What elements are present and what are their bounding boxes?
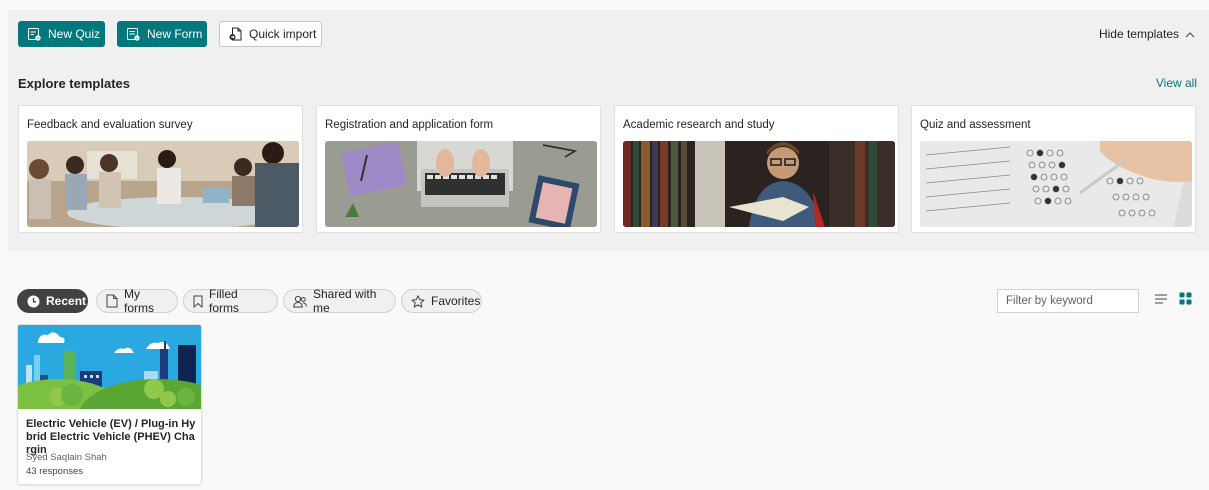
tab-filled-forms-label: Filled forms — [209, 287, 239, 315]
template-card-title: Feedback and evaluation survey — [27, 119, 193, 131]
chevron-up-icon — [1185, 27, 1195, 41]
tab-my-forms[interactable]: My forms — [96, 287, 178, 315]
document-icon — [106, 294, 118, 308]
form-icon: + — [127, 27, 140, 41]
tab-favorites-label: Favorites — [431, 294, 481, 308]
form-card-responses: 43 responses — [26, 466, 84, 477]
svg-text:+: + — [135, 35, 139, 40]
grid-view-button[interactable] — [1176, 292, 1194, 310]
star-icon — [411, 294, 425, 308]
template-image-library — [623, 141, 895, 227]
new-form-label: New Form — [147, 27, 203, 41]
template-card-registration[interactable]: Registration and application form — [316, 105, 601, 233]
form-card-owner: Syed Saqlain Shah — [26, 452, 107, 463]
template-image-classroom — [27, 141, 299, 227]
template-card-title: Quiz and assessment — [920, 119, 1031, 131]
keyword-filter-input[interactable] — [997, 289, 1139, 313]
grid-view-icon — [1179, 292, 1192, 310]
list-view-button[interactable] — [1152, 292, 1170, 310]
new-form-button[interactable]: + New Form — [117, 21, 207, 47]
template-card-feedback[interactable]: Feedback and evaluation survey — [18, 105, 303, 233]
quick-import-button[interactable]: Quick import — [219, 21, 322, 47]
template-image-answer-sheet — [920, 141, 1192, 227]
new-quiz-button[interactable]: + New Quiz — [18, 21, 105, 47]
tab-recent[interactable]: Recent — [17, 289, 88, 313]
clock-icon — [27, 295, 40, 308]
tab-my-forms-label: My forms — [124, 287, 154, 315]
people-icon — [293, 295, 307, 308]
tab-recent-label: Recent — [46, 294, 87, 308]
tab-favorites[interactable]: Favorites — [401, 289, 482, 313]
template-image-laptop — [325, 141, 597, 227]
list-view-icon — [1154, 292, 1168, 310]
form-card[interactable]: Electric Vehicle (EV) / Plug-in Hybrid E… — [17, 324, 202, 485]
template-card-title: Academic research and study — [623, 119, 775, 131]
quiz-icon: + — [28, 27, 41, 41]
svg-text:+: + — [36, 35, 40, 40]
import-icon — [229, 27, 242, 41]
template-card-academic[interactable]: Academic research and study — [614, 105, 899, 233]
view-all-link[interactable]: View all — [1156, 76, 1197, 90]
form-thumbnail-city — [18, 325, 201, 455]
tab-filled-forms[interactable]: Filled forms — [183, 287, 278, 315]
template-card-quiz[interactable]: Quiz and assessment — [911, 105, 1196, 233]
hide-templates-button[interactable]: Hide templates — [1099, 27, 1195, 41]
explore-templates-heading: Explore templates — [18, 76, 130, 91]
tab-shared-with-me[interactable]: Shared with me — [283, 287, 396, 315]
tab-shared-with-me-label: Shared with me — [313, 287, 377, 315]
quick-import-label: Quick import — [249, 27, 317, 41]
new-quiz-label: New Quiz — [48, 27, 101, 41]
bookmark-icon — [193, 295, 203, 308]
template-card-title: Registration and application form — [325, 119, 494, 131]
hide-templates-label: Hide templates — [1098, 27, 1179, 41]
templates-panel: + New Quiz + New Form Quick import Hide … — [8, 10, 1209, 251]
